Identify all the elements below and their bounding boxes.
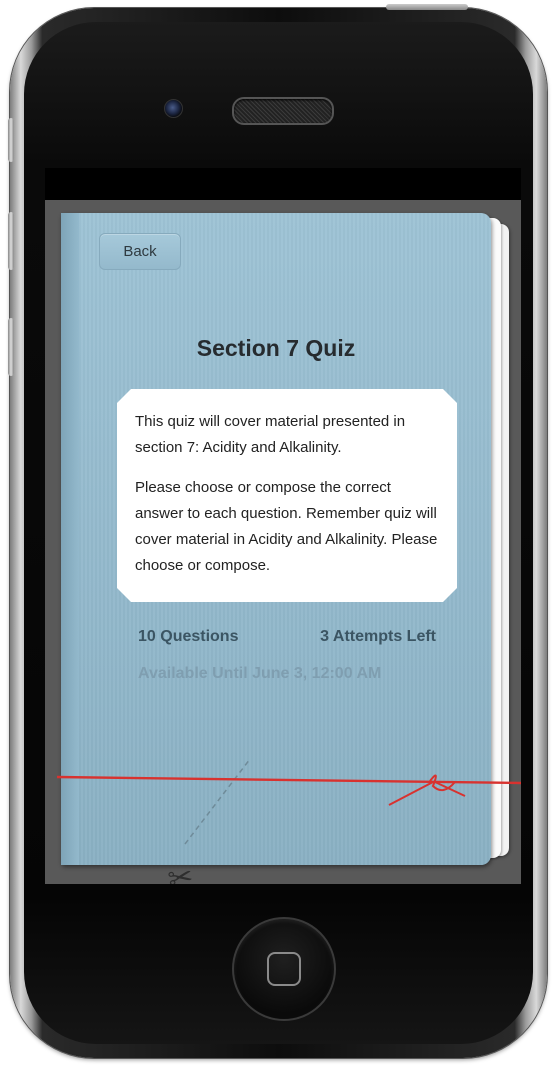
question-count: 10 Questions xyxy=(138,628,239,645)
attempts-left: 3 Attempts Left xyxy=(320,628,436,645)
page-title: Section 7 Quiz xyxy=(196,335,356,361)
availability-text: Available Until June 3, 12:00 AM xyxy=(138,665,382,682)
mute-switch xyxy=(8,118,14,162)
phone-screen: Back Section 7 Quiz This quiz will cover… xyxy=(45,168,521,884)
quiz-description-card: This quiz will cover material presented … xyxy=(117,389,457,602)
back-button[interactable]: Back xyxy=(99,233,181,270)
home-button[interactable] xyxy=(232,917,336,1021)
speaker-grille xyxy=(232,97,334,125)
home-square-icon xyxy=(267,952,301,986)
scissors-icon[interactable]: ✂ xyxy=(165,859,196,884)
quiz-meta: 10 Questions 3 Attempts Left xyxy=(138,628,436,646)
power-button xyxy=(386,4,468,10)
description-paragraph: This quiz will cover material presented … xyxy=(135,413,406,456)
camera-icon xyxy=(164,99,183,118)
description-paragraph: Please choose or compose the correct ans… xyxy=(135,479,438,574)
volume-down-button xyxy=(8,318,14,376)
quiz-folder: Back Section 7 Quiz This quiz will cover… xyxy=(61,213,491,884)
folder-spine xyxy=(61,213,79,865)
volume-up-button xyxy=(8,212,14,270)
